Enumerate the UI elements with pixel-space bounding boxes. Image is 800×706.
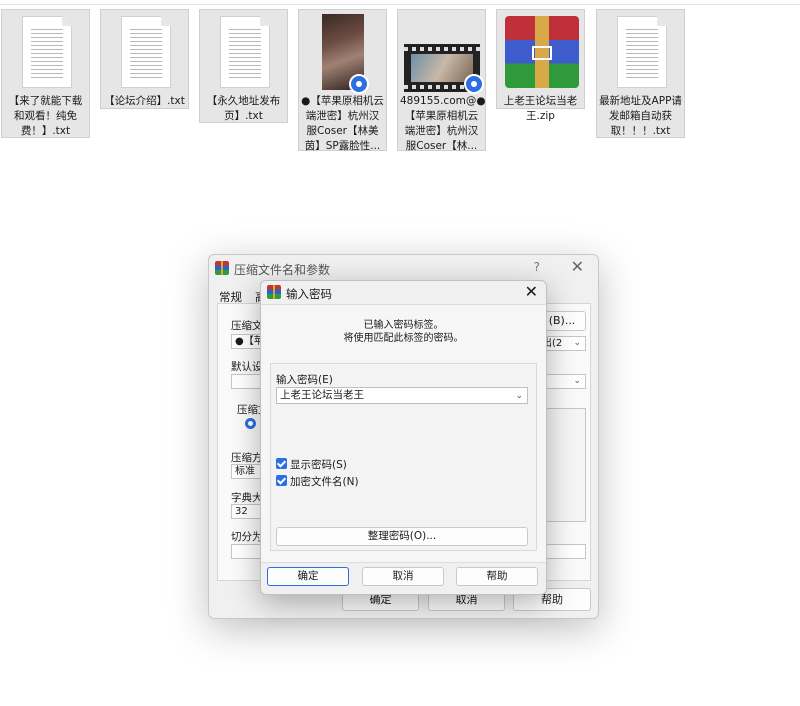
top-divider (0, 4, 800, 5)
file-tile[interactable]: ●【苹果原相机云端泄密】杭州汉服Coser【林美茵】SP露脸性... (298, 9, 387, 152)
organize-passwords-button[interactable]: 整理密码(O)... (276, 527, 528, 546)
cancel-button[interactable]: 取消 (362, 567, 444, 586)
encrypt-filenames-label: 加密文件名(N) (290, 476, 359, 488)
file-tile[interactable]: 【永久地址发布页】.txt (199, 9, 288, 123)
cloud-sync-badge-icon (464, 74, 484, 94)
winrar-icon (267, 285, 281, 299)
dialog-title: 压缩文件名和参数 (234, 263, 331, 277)
chevron-down-icon: ⌄ (573, 338, 581, 348)
compression-method-label: 压缩方 (231, 452, 263, 464)
file-name: ●【苹果原相机云端泄密】杭州汉服Coser【林美茵】SP露脸性... (301, 95, 384, 152)
file-name: 最新地址及APP请发邮箱自动获取！！！.txt (599, 95, 682, 137)
text-file-icon (617, 16, 667, 88)
winrar-archive-icon (505, 16, 579, 88)
winrar-icon (215, 261, 229, 275)
password-input[interactable]: 上老王论坛当老王 ⌄ (276, 387, 528, 404)
file-name: 【论坛介绍】.txt (104, 95, 185, 107)
file-name: 489155.com@●【苹果原相机云端泄密】杭州汉服Coser【林... (400, 95, 486, 152)
file-tile[interactable]: 【论坛介绍】.txt (100, 9, 189, 109)
enter-password-dialog: 输入密码 ✕ 已输入密码标签。 将使用匹配此标签的密码。 输入密码(E) 上老王… (260, 280, 547, 595)
file-name: 【来了就能下载和观看！纯免费！】.txt (8, 95, 83, 137)
help-button[interactable]: 帮助 (456, 567, 538, 586)
ok-button[interactable]: 确定 (267, 567, 349, 586)
info-message-line2: 将使用匹配此标签的密码。 (343, 333, 464, 344)
cloud-sync-badge-icon (349, 74, 369, 94)
file-name: 上老王论坛当老王.zip (503, 95, 578, 122)
chevron-down-icon[interactable]: ⌄ (515, 389, 523, 404)
text-file-icon (121, 16, 171, 88)
file-tile[interactable]: 【来了就能下载和观看！纯免费！】.txt (1, 9, 90, 138)
password-label: 输入密码(E) (276, 374, 333, 386)
text-file-icon (220, 16, 270, 88)
file-name: 【永久地址发布页】.txt (206, 95, 281, 122)
file-tile[interactable]: 最新地址及APP请发邮箱自动获取！！！.txt (596, 9, 685, 138)
encrypt-filenames-checkbox[interactable] (276, 475, 287, 486)
file-tile[interactable]: 489155.com@●【苹果原相机云端泄密】杭州汉服Coser【林... (397, 9, 486, 152)
text-file-icon (22, 16, 72, 88)
help-icon[interactable]: ? (534, 260, 540, 274)
password-panel: 已输入密码标签。 将使用匹配此标签的密码。 输入密码(E) 上老王论坛当老王 ⌄… (261, 304, 546, 563)
show-password-label: 显示密码(S) (290, 459, 347, 471)
close-icon[interactable]: ✕ (571, 257, 584, 276)
format-radio[interactable] (245, 418, 256, 429)
file-tile[interactable]: 上老王论坛当老王.zip (496, 9, 585, 122)
show-password-checkbox[interactable] (276, 458, 287, 469)
chevron-down-icon: ⌄ (573, 376, 581, 386)
close-icon[interactable]: ✕ (525, 282, 538, 301)
dialog-title: 输入密码 (286, 287, 332, 301)
default-config-label: 默认设 (231, 361, 263, 373)
